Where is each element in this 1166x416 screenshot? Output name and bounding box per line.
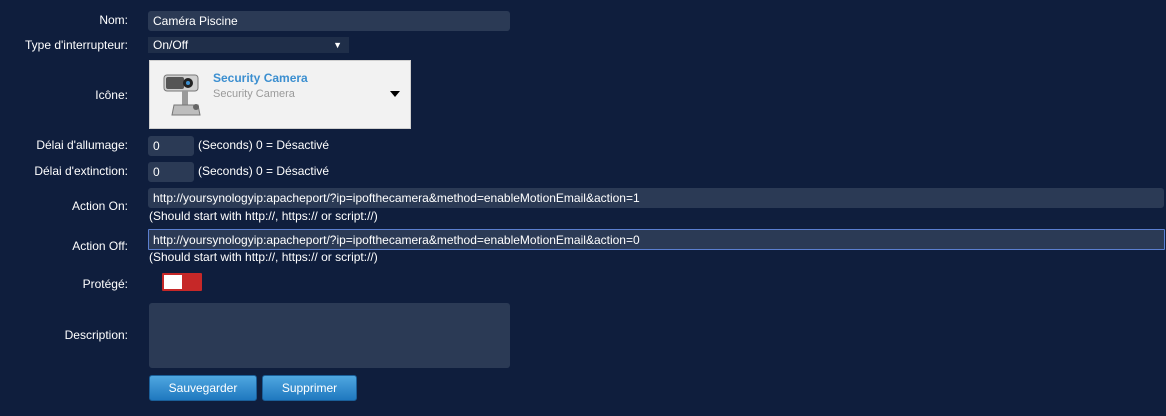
icon-picker-subtitle: Security Camera	[213, 88, 295, 100]
action-off-label: Action Off:	[72, 239, 128, 253]
action-on-label: Action On:	[71, 199, 128, 213]
name-input[interactable]: Caméra Piscine	[148, 11, 510, 31]
action-off-hint: (Should start with http://, https:// or …	[149, 250, 378, 264]
description-label: Description:	[64, 328, 128, 342]
on-delay-input[interactable]: 0	[148, 136, 194, 156]
description-textarea[interactable]	[149, 303, 510, 368]
action-on-hint: (Should start with http://, https:// or …	[149, 209, 378, 223]
icon-label: Icône:	[95, 88, 128, 102]
save-button[interactable]: Sauvegarder	[149, 375, 257, 401]
off-delay-hint: (Seconds) 0 = Désactivé	[198, 164, 330, 178]
action-on-input[interactable]: http://yoursynologyip:apacheport/?ip=ipo…	[148, 188, 1164, 208]
on-delay-label: Délai d'allumage:	[36, 138, 128, 152]
icon-picker-title: Security Camera	[213, 71, 308, 85]
action-off-input[interactable]: http://yoursynologyip:apacheport/?ip=ipo…	[148, 229, 1165, 250]
delete-button[interactable]: Supprimer	[262, 375, 357, 401]
chevron-down-icon	[390, 91, 400, 97]
protected-toggle[interactable]	[162, 273, 202, 291]
icon-picker[interactable]: Security Camera Security Camera	[149, 60, 411, 129]
name-label: Nom:	[99, 13, 128, 27]
switch-type-label: Type d'interrupteur:	[24, 38, 128, 52]
on-delay-hint: (Seconds) 0 = Désactivé	[198, 138, 330, 152]
switch-type-value: On/Off	[153, 38, 189, 52]
off-delay-label: Délai d'extinction:	[34, 164, 128, 178]
switch-type-select[interactable]: On/Off ▼	[148, 37, 349, 53]
security-camera-icon	[163, 74, 201, 116]
toggle-knob	[164, 275, 182, 289]
off-delay-input[interactable]: 0	[148, 162, 194, 182]
chevron-down-icon: ▼	[333, 40, 342, 50]
protected-label: Protégé:	[82, 277, 128, 291]
